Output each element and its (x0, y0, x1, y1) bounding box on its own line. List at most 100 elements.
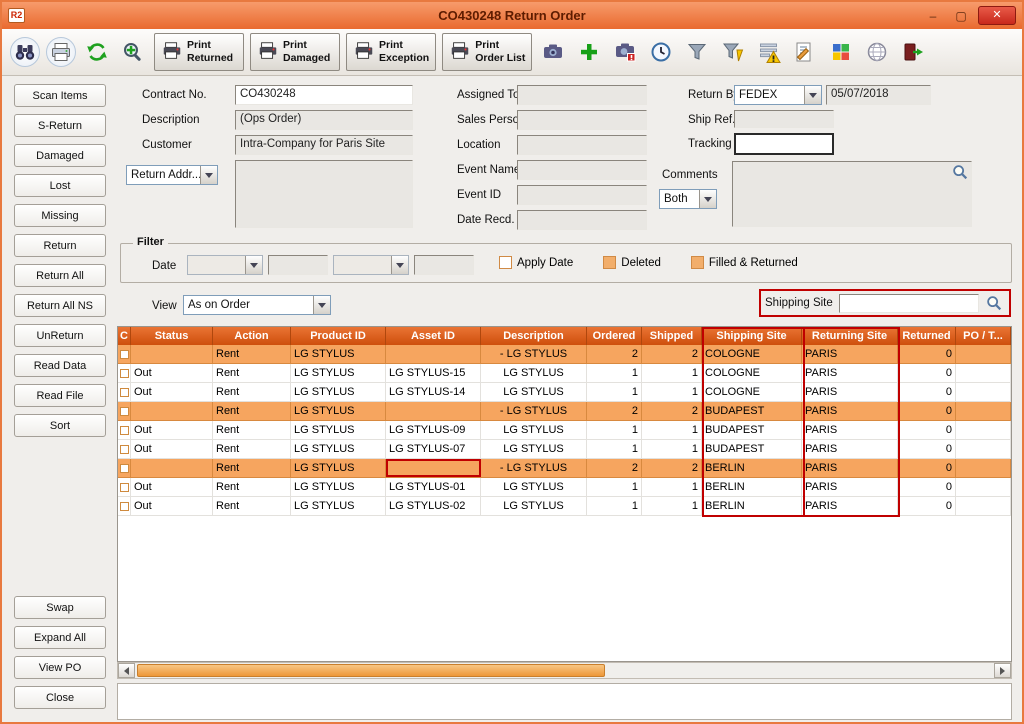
table-group-row[interactable]: RentLG STYLUS- LG STYLUS22BUDAPESTPARIS0 (118, 402, 1011, 421)
column-header-c[interactable]: C (118, 327, 131, 345)
scanner-icon[interactable] (538, 37, 568, 67)
row-checkbox[interactable] (120, 502, 129, 511)
column-header-po-t[interactable]: PO / T... (956, 327, 1011, 345)
row-checkbox[interactable] (120, 350, 129, 359)
add-search-icon[interactable] (118, 37, 148, 67)
sidebar-button-close[interactable]: Close (14, 686, 106, 709)
sidebar-button-s-return[interactable]: S-Return (14, 114, 106, 137)
sales-person-field[interactable] (517, 110, 647, 130)
date-recd-field[interactable] (517, 210, 647, 230)
print-button-damaged[interactable]: PrintDamaged (250, 33, 340, 71)
table-row[interactable]: OutRentLG STYLUSLG STYLUS-15LG STYLUS11C… (118, 364, 1011, 383)
sidebar-button-return[interactable]: Return (14, 234, 106, 257)
event-name-field[interactable] (517, 160, 647, 180)
ship-ref-field[interactable] (734, 110, 834, 128)
return-addr-text[interactable] (235, 160, 413, 228)
sidebar-button-swap[interactable]: Swap (14, 596, 106, 619)
exit-icon[interactable] (898, 37, 928, 67)
column-header-shipping-site[interactable]: Shipping Site (702, 327, 802, 345)
print-button-order-list[interactable]: PrintOrder List (442, 33, 532, 71)
table-row[interactable]: OutRentLG STYLUSLG STYLUS-14LG STYLUS11C… (118, 383, 1011, 402)
minimize-button[interactable]: – (922, 7, 944, 25)
scroll-left-button[interactable] (118, 663, 135, 678)
column-header-asset-id[interactable]: Asset ID (386, 327, 481, 345)
report-warning-icon[interactable] (754, 37, 784, 67)
add-icon[interactable] (574, 37, 604, 67)
column-header-description[interactable]: Description (481, 327, 587, 345)
sidebar-button-unreturn[interactable]: UnReturn (14, 324, 106, 347)
sidebar-button-expand-all[interactable]: Expand All (14, 626, 106, 649)
scrollbar-thumb[interactable] (137, 664, 605, 677)
column-header-product-id[interactable]: Product ID (291, 327, 386, 345)
table-row[interactable]: OutRentLG STYLUSLG STYLUS-07LG STYLUS11B… (118, 440, 1011, 459)
shipping-site-search-input[interactable] (839, 294, 979, 313)
refresh-icon[interactable] (82, 37, 112, 67)
row-checkbox[interactable] (120, 388, 129, 397)
row-checkbox[interactable] (120, 407, 129, 416)
row-checkbox[interactable] (120, 445, 129, 454)
checkbox-icon[interactable] (499, 256, 512, 269)
sidebar-button-sort[interactable]: Sort (14, 414, 106, 437)
tracking-field[interactable] (734, 133, 834, 155)
sidebar-button-scan-items[interactable]: Scan Items (14, 84, 106, 107)
row-checkbox[interactable] (120, 369, 129, 378)
chevron-down-icon[interactable] (391, 256, 408, 274)
sidebar-button-missing[interactable]: Missing (14, 204, 106, 227)
column-header-returned[interactable]: Returned (898, 327, 956, 345)
print-button-returned[interactable]: PrintReturned (154, 33, 244, 71)
filter-date-from-dropdown[interactable] (187, 255, 263, 275)
sidebar-button-read-data[interactable]: Read Data (14, 354, 106, 377)
row-checkbox[interactable] (120, 464, 129, 473)
column-header-action[interactable]: Action (213, 327, 291, 345)
globe-icon[interactable] (862, 37, 892, 67)
contract-no-field[interactable]: CO430248 (235, 85, 413, 105)
location-field[interactable] (517, 135, 647, 155)
chevron-down-icon[interactable] (200, 166, 217, 184)
column-header-ordered[interactable]: Ordered (587, 327, 642, 345)
filter-icon[interactable] (682, 37, 712, 67)
comments-mode-dropdown[interactable]: Both (659, 189, 717, 209)
table-group-row[interactable]: RentLG STYLUS- LG STYLUS22BERLINPARIS0 (118, 459, 1011, 478)
sidebar-button-lost[interactable]: Lost (14, 174, 106, 197)
edit-notes-icon[interactable] (790, 37, 820, 67)
sidebar-button-view-po[interactable]: View PO (14, 656, 106, 679)
customer-field[interactable]: Intra-Company for Paris Site (235, 135, 413, 155)
horizontal-scrollbar[interactable] (117, 662, 1012, 679)
binoculars-icon[interactable] (10, 37, 40, 67)
clock-icon[interactable] (646, 37, 676, 67)
checkbox-icon[interactable] (691, 256, 704, 269)
column-header-shipped[interactable]: Shipped (642, 327, 702, 345)
shipping-site-search-icon[interactable] (985, 294, 1003, 312)
color-grid-icon[interactable] (826, 37, 856, 67)
event-id-field[interactable] (517, 185, 647, 205)
row-checkbox[interactable] (120, 483, 129, 492)
filter-date-from-field[interactable] (268, 255, 328, 275)
filter-checkbox-deleted[interactable]: Deleted (603, 256, 661, 269)
titlebar[interactable]: R2 CO430248 Return Order – ▢ ✕ (2, 2, 1022, 29)
return-by-date-field[interactable]: 05/07/2018 (826, 85, 931, 105)
table-row[interactable]: OutRentLG STYLUSLG STYLUS-09LG STYLUS11B… (118, 421, 1011, 440)
filter-date-to-field[interactable] (414, 255, 474, 275)
checkbox-icon[interactable] (603, 256, 616, 269)
comments-text[interactable] (732, 161, 972, 227)
sidebar-button-return-all[interactable]: Return All (14, 264, 106, 287)
comments-search-icon[interactable] (951, 163, 969, 181)
table-row[interactable]: OutRentLG STYLUSLG STYLUS-01LG STYLUS11B… (118, 478, 1011, 497)
close-icon[interactable]: ✕ (978, 6, 1016, 25)
sidebar-button-return-all-ns[interactable]: Return All NS (14, 294, 106, 317)
chevron-down-icon[interactable] (313, 296, 330, 314)
chevron-down-icon[interactable] (699, 190, 716, 208)
chevron-down-icon[interactable] (804, 86, 821, 104)
maximize-button[interactable]: ▢ (950, 7, 972, 25)
view-dropdown[interactable]: As on Order (183, 295, 331, 315)
return-by-dropdown[interactable]: FEDEX (734, 85, 822, 105)
column-header-status[interactable]: Status (131, 327, 213, 345)
filter-highlight-icon[interactable] (718, 37, 748, 67)
print-button-exception[interactable]: PrintException (346, 33, 436, 71)
table-row[interactable]: OutRentLG STYLUSLG STYLUS-02LG STYLUS11B… (118, 497, 1011, 516)
return-addr-dropdown[interactable]: Return Addr... (126, 165, 218, 185)
row-checkbox[interactable] (120, 426, 129, 435)
filter-checkbox-filled-returned[interactable]: Filled & Returned (691, 256, 798, 269)
description-field[interactable]: (Ops Order) (235, 110, 413, 130)
assigned-to-field[interactable] (517, 85, 647, 105)
